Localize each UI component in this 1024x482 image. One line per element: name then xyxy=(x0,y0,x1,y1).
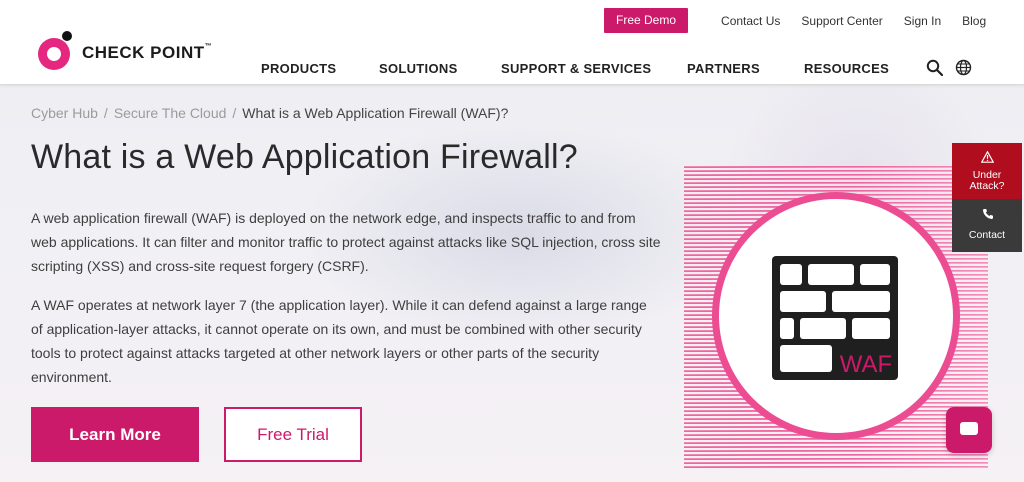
contact-button[interactable]: Contact xyxy=(952,199,1022,252)
logo-text: CHECK POINT™ xyxy=(82,43,213,62)
breadcrumb-secure-the-cloud[interactable]: Secure The Cloud xyxy=(114,105,227,121)
nav-item-resources[interactable]: RESOURCES xyxy=(804,61,889,76)
nav-item-products[interactable]: PRODUCTS xyxy=(261,61,336,76)
waf-illustration: WAF xyxy=(684,166,988,468)
checkpoint-logo[interactable]: CHECK POINT™ xyxy=(38,31,213,70)
logo-mark-icon xyxy=(38,31,72,70)
under-attack-button[interactable]: Under Attack? xyxy=(952,143,1022,199)
breadcrumb-separator: / xyxy=(103,105,108,121)
nav-item-partners[interactable]: PARTNERS xyxy=(687,61,760,76)
contact-label: Contact xyxy=(968,229,1006,241)
chat-icon xyxy=(960,422,978,435)
search-icon[interactable] xyxy=(926,59,943,76)
chat-button[interactable] xyxy=(946,407,992,453)
side-widget: Under Attack? Contact xyxy=(952,143,1022,252)
phone-icon xyxy=(983,209,993,219)
warning-icon xyxy=(981,151,994,163)
sign-in-link[interactable]: Sign In xyxy=(904,14,941,28)
blog-link[interactable]: Blog xyxy=(962,14,986,28)
intro-paragraph: A web application firewall (WAF) is depl… xyxy=(31,210,661,274)
free-trial-button[interactable]: Free Trial xyxy=(224,407,362,462)
contact-us-link[interactable]: Contact Us xyxy=(721,14,780,28)
breadcrumb-cyber-hub[interactable]: Cyber Hub xyxy=(31,105,98,121)
utility-nav: Free Demo Contact Us Support Center Sign… xyxy=(604,8,986,33)
support-center-link[interactable]: Support Center xyxy=(801,14,882,28)
breadcrumb-current: What is a Web Application Firewall (WAF)… xyxy=(242,105,509,121)
site-header: CHECK POINT™ Free Demo Contact Us Suppor… xyxy=(0,0,1024,85)
learn-more-button[interactable]: Learn More xyxy=(31,407,199,462)
under-attack-label: Under Attack? xyxy=(969,169,1005,192)
globe-icon[interactable] xyxy=(955,59,972,76)
nav-item-solutions[interactable]: SOLUTIONS xyxy=(379,61,458,76)
detail-paragraph: A WAF operates at network layer 7 (the a… xyxy=(31,297,647,385)
breadcrumb: Cyber Hub / Secure The Cloud / What is a Web… xyxy=(31,105,508,121)
hero-section: Cyber Hub / Secure The Cloud / What is a Web… xyxy=(0,84,1024,482)
free-demo-button[interactable]: Free Demo xyxy=(604,8,689,33)
breadcrumb-separator: / xyxy=(232,105,237,121)
waf-label: WAF xyxy=(840,351,892,378)
nav-item-support-services[interactable]: SUPPORT & SERVICES xyxy=(501,61,651,76)
page-title: What is a Web Application Firewall? xyxy=(31,138,578,176)
